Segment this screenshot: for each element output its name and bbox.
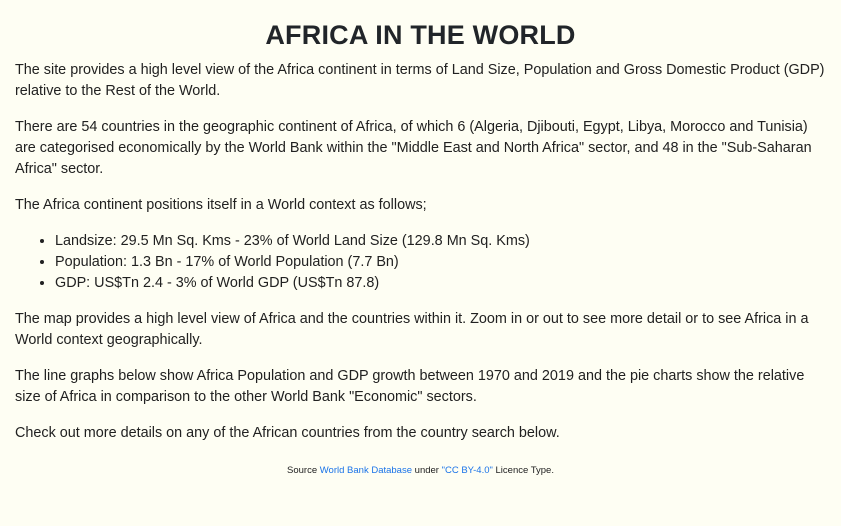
intro-paragraph-1: The site provides a high level view of t… bbox=[15, 62, 825, 99]
source-prefix: Source bbox=[287, 465, 320, 476]
intro-paragraph-6: Check out more details on any of the Afr… bbox=[15, 425, 560, 441]
intro-paragraph-5: The line graphs below show Africa Popula… bbox=[15, 368, 805, 405]
intro-section: The site provides a high level view of t… bbox=[15, 60, 826, 444]
source-footer: Source World Bank Database under "CC BY-… bbox=[15, 464, 826, 478]
list-item-landsize: Landsize: 29.5 Mn Sq. Kms - 23% of World… bbox=[55, 231, 826, 252]
intro-paragraph-4: The map provides a high level view of Af… bbox=[15, 311, 809, 348]
page-title: AFRICA IN THE WORLD bbox=[265, 20, 576, 50]
source-suffix: Licence Type. bbox=[492, 465, 554, 476]
intro-paragraph-2: There are 54 countries in the geographic… bbox=[15, 119, 812, 177]
license-link[interactable]: "CC BY-4.0" bbox=[442, 465, 493, 476]
intro-paragraph-3: The Africa continent positions itself in… bbox=[15, 197, 427, 213]
source-middle: under bbox=[412, 465, 442, 476]
world-bank-database-link[interactable]: World Bank Database bbox=[320, 465, 412, 476]
page: AFRICA IN THE WORLD The site provides a … bbox=[0, 0, 841, 478]
world-context-list: Landsize: 29.5 Mn Sq. Kms - 23% of World… bbox=[15, 231, 826, 294]
list-item-population: Population: 1.3 Bn - 17% of World Popula… bbox=[55, 252, 826, 273]
list-item-gdp: GDP: US$Tn 2.4 - 3% of World GDP (US$Tn … bbox=[55, 273, 826, 294]
